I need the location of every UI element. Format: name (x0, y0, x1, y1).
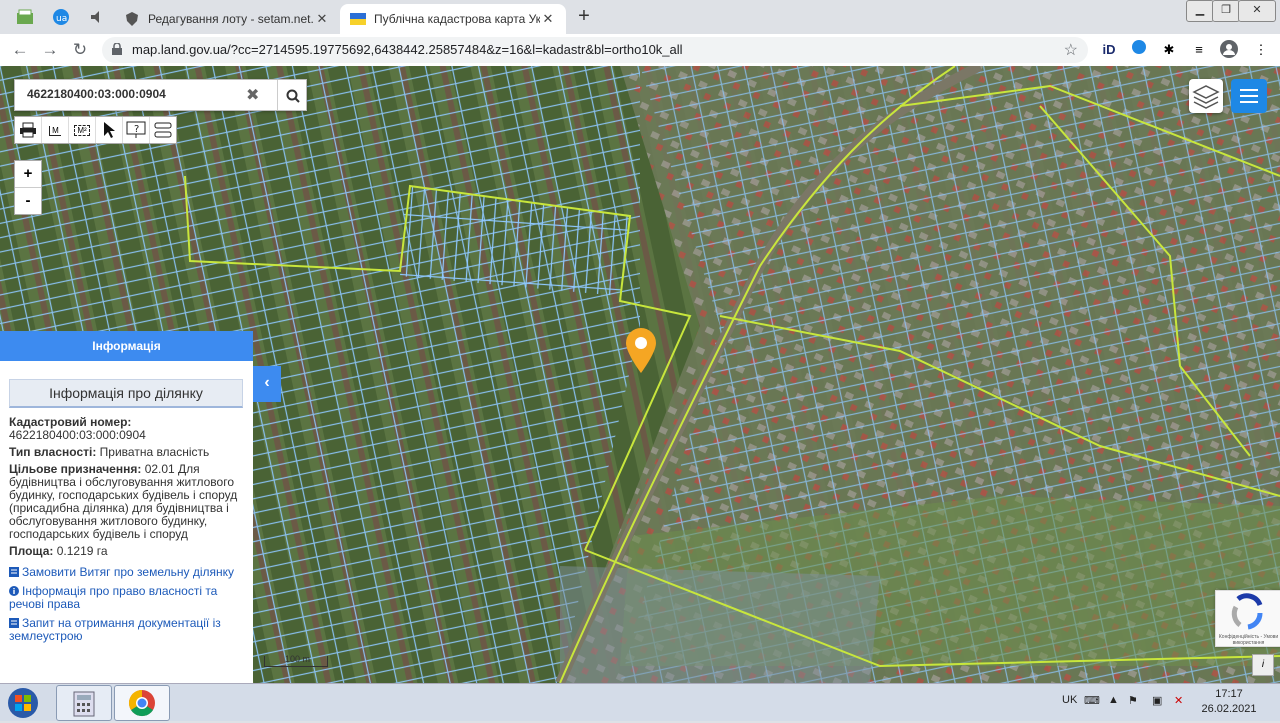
documentation-request-label: Запит на отримання документації із земле… (9, 616, 221, 643)
ukraine-flag-icon (350, 13, 366, 25)
documentation-request-link[interactable]: Запит на отримання документації із земле… (9, 617, 243, 643)
forward-button[interactable]: → (38, 38, 62, 62)
profile-avatar-icon[interactable] (1218, 39, 1240, 61)
tab-title: Редагування лоту - setam.net.ua (148, 12, 314, 26)
tab-cadastral-map[interactable]: Публічна кадастрова карта Укр ✕ (340, 4, 566, 34)
extension-ua-icon[interactable] (1128, 39, 1150, 61)
lock-icon (112, 43, 122, 55)
menu-button[interactable] (1231, 79, 1267, 113)
cadastral-label: Кадастровий номер: (9, 415, 132, 429)
recaptcha-icon (1231, 593, 1263, 630)
ownership-rights-link[interactable]: Інформація про право власності та речові… (9, 585, 243, 611)
area-value: 0.1219 га (56, 544, 108, 558)
ownership-label: Тип власності: (9, 445, 97, 459)
tab-title: Публічна кадастрова карта Укр (374, 12, 540, 26)
reload-button[interactable]: ↻ (68, 38, 92, 62)
route-icon[interactable] (150, 117, 176, 143)
layers-button[interactable] (1189, 79, 1223, 113)
search-input[interactable] (25, 86, 249, 102)
bookmark-star-icon[interactable]: ☆ (1064, 40, 1078, 60)
flag-icon[interactable]: ⚑ (1128, 694, 1138, 707)
parcel-info-title: Інформація про ділянку (9, 379, 243, 408)
info-circle-icon (9, 586, 19, 596)
layers-icon (1192, 85, 1220, 109)
chrome-icon (128, 689, 155, 717)
scale-bar: 100 m (264, 654, 328, 667)
print-icon[interactable] (15, 117, 42, 143)
scale-label: 100 m (285, 654, 311, 664)
volume-muted-icon[interactable]: ✕ (1174, 694, 1183, 707)
svg-text:?: ? (134, 124, 139, 135)
language-indicator[interactable]: UK (1062, 694, 1077, 706)
close-window-button[interactable]: ✕ (1238, 0, 1276, 22)
clock-date: 26.02.2021 (1201, 703, 1257, 715)
speaker-icon (91, 11, 99, 23)
zoom-out-button[interactable]: - (15, 188, 41, 214)
info-panel-header: Інформація (0, 331, 253, 361)
measure-area-label: M² (74, 125, 90, 136)
clock-time: 17:17 (1215, 688, 1243, 700)
tab-bar: ua Редагування лоту - setam.net.ua ✕ Пуб… (0, 0, 1280, 34)
recaptcha-badge[interactable]: Конфіденційність - Умови використання (1215, 590, 1280, 647)
keyboard-icon[interactable]: ⌨ (1084, 694, 1100, 707)
address-bar[interactable]: map.land.gov.ua/?cc=2714595.19775692,643… (102, 37, 1088, 63)
tray-expand-icon[interactable]: ▲ (1108, 694, 1119, 706)
chrome-app[interactable] (114, 685, 170, 721)
close-tab-icon[interactable]: ✕ (314, 11, 330, 27)
cursor-icon[interactable] (96, 117, 123, 143)
extensions-puzzle-icon[interactable]: ✱ (1158, 39, 1180, 61)
location-marker-icon[interactable] (624, 327, 658, 375)
collapse-panel-button[interactable]: ‹ (253, 366, 281, 402)
pinned-tab-2[interactable]: ua (46, 4, 76, 30)
document-icon (9, 567, 19, 577)
folder-icon (17, 9, 33, 24)
ownership-value: Приватна власність (99, 445, 210, 459)
chrome-menu-icon[interactable]: ⋮ (1250, 39, 1272, 61)
new-tab-button[interactable]: + (572, 5, 596, 29)
area-label: Площа: (9, 544, 54, 558)
info-panel: Інформація Інформація про ділянку Кадаст… (0, 331, 253, 683)
cadastral-search: ✖ (14, 79, 307, 111)
measure-line-icon[interactable]: M (42, 117, 69, 143)
browser-toolbar: ← → ↻ map.land.gov.ua/?cc=2714595.197756… (0, 34, 1280, 67)
recaptcha-text: Конфіденційність - Умови використання (1218, 634, 1279, 646)
measure-line-label: M (49, 126, 61, 136)
start-button[interactable] (3, 686, 43, 720)
map-tools: M M² ? (14, 116, 177, 144)
map-info-button[interactable]: i (1252, 654, 1274, 676)
zoom-control: + - (14, 160, 42, 215)
search-icon (286, 89, 300, 103)
windows-logo-icon (8, 688, 38, 718)
taskbar: UK ⌨ ▲ ⚑ ▣ ✕ 17:17 26.02.2021 (0, 683, 1280, 721)
extension-id-icon[interactable]: iD (1098, 39, 1120, 61)
pinned-tab-3[interactable] (82, 4, 112, 30)
info-icon[interactable]: ? (123, 117, 150, 143)
media-playlist-icon[interactable]: ≡ (1188, 39, 1210, 61)
back-button[interactable]: ← (8, 38, 32, 62)
maximize-button[interactable]: ❐ (1212, 0, 1240, 22)
minimize-button[interactable]: ▁ (1186, 0, 1214, 22)
cadastral-value: 4622180400:03:000:0904 (9, 428, 146, 442)
network-icon[interactable]: ▣ (1152, 694, 1162, 707)
tab-setam[interactable]: Редагування лоту - setam.net.ua ✕ (114, 4, 340, 34)
calculator-icon (73, 691, 95, 717)
url-text: map.land.gov.ua/?cc=2714595.19775692,643… (132, 42, 683, 57)
clear-icon[interactable]: ✖ (246, 85, 259, 105)
order-extract-label: Замовити Витяг про земельну ділянку (22, 565, 235, 579)
svg-text:ua: ua (56, 14, 67, 24)
close-tab-icon[interactable]: ✕ (540, 11, 556, 27)
shield-icon (126, 12, 138, 26)
purpose-label: Цільове призначення: (9, 462, 142, 476)
zoom-in-button[interactable]: + (15, 161, 41, 188)
document-icon (9, 618, 19, 628)
ownership-rights-label: Інформація про право власності та речові… (9, 584, 218, 611)
calculator-app[interactable] (56, 685, 112, 721)
order-extract-link[interactable]: Замовити Витяг про земельну ділянку (9, 566, 243, 579)
ua-app-icon: ua (53, 9, 69, 25)
system-clock[interactable]: 17:17 26.02.2021 (1198, 687, 1260, 717)
search-button[interactable] (277, 80, 307, 110)
measure-area-icon[interactable]: M² (69, 117, 96, 143)
pinned-tab-1[interactable] (10, 4, 40, 30)
